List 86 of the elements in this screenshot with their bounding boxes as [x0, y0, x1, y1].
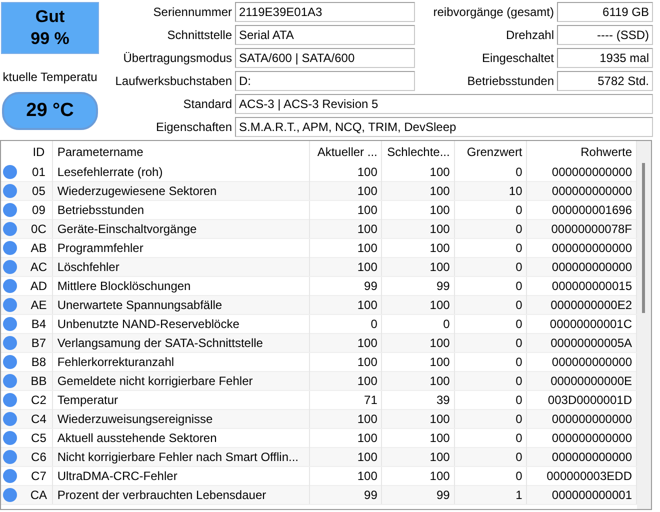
- field-label: Eingeschaltet: [480, 50, 554, 67]
- table-cell: 100: [309, 372, 382, 390]
- table-cell: 100: [309, 334, 382, 352]
- table-cell: 000000000000: [526, 258, 636, 276]
- table-cell: 0: [454, 448, 527, 466]
- temperature-label: ktuelle Temperatu: [2, 70, 98, 84]
- field-label: Drehzahl: [504, 27, 554, 44]
- health-label: Gut: [35, 6, 65, 28]
- table-cell: 000000000000: [526, 182, 636, 200]
- table-cell: 000000000000: [526, 448, 636, 466]
- field-value: ---- (SSD): [557, 25, 653, 45]
- table-cell: 100: [382, 372, 454, 390]
- table-cell: 100: [382, 334, 454, 352]
- table-cell: 100: [309, 182, 382, 200]
- table-cell: C4: [25, 410, 53, 428]
- field-value: Serial ATA: [235, 25, 415, 45]
- table-cell: Unerwartete Spannungsabfälle: [52, 296, 310, 314]
- table-cell: 1: [454, 486, 527, 504]
- temperature-pill[interactable]: 29 °C: [2, 92, 98, 130]
- table-cell: 0C: [25, 220, 53, 238]
- table-cell: AC: [25, 258, 53, 276]
- table-cell: 100: [382, 410, 454, 428]
- table-cell: 100: [382, 296, 454, 314]
- table-cell: 0: [454, 296, 527, 314]
- table-cell: 100: [382, 220, 454, 238]
- table-cell: 100: [309, 410, 382, 428]
- table-cell: AE: [25, 296, 53, 314]
- field-label: Laufwerksbuchstaben: [114, 73, 232, 90]
- table-cell: 100: [309, 296, 382, 314]
- field-label: Schnittstelle: [166, 27, 232, 44]
- table-cell: Wiederzugewiesene Sektoren: [52, 182, 310, 200]
- column-header[interactable]: Aktueller ...: [309, 141, 382, 163]
- table-cell: 100: [382, 182, 454, 200]
- field-label: Standard: [182, 96, 232, 113]
- field-value: D:: [235, 71, 415, 91]
- field-value: ACS-3 | ACS-3 Revision 5: [235, 94, 653, 114]
- table-cell: 100: [309, 258, 382, 276]
- table-cell: 00000000078F: [526, 220, 636, 238]
- table-cell: 00000000005A: [526, 334, 636, 352]
- table-cell: 100: [382, 448, 454, 466]
- column-header[interactable]: Grenzwert: [454, 141, 527, 163]
- table-cell: 99: [382, 486, 454, 504]
- field-value: S.M.A.R.T., APM, NCQ, TRIM, DevSleep: [235, 117, 653, 137]
- table-cell: 00000000000E: [526, 372, 636, 390]
- health-status-box[interactable]: Gut 99 %: [1, 2, 99, 54]
- table-cell: 0000000000E2: [526, 296, 636, 314]
- table-cell: 0: [454, 334, 527, 352]
- table-cell: 0: [454, 372, 527, 390]
- table-cell: 100: [309, 448, 382, 466]
- table-cell: 0: [454, 220, 527, 238]
- table-cell: Geräte-Einschaltvorgänge: [52, 220, 310, 238]
- field-label: Betriebsstunden: [466, 73, 554, 90]
- table-cell: 100: [309, 220, 382, 238]
- table-cell: Verlangsamung der SATA-Schnittstelle: [52, 334, 310, 352]
- field-value: 2119E39E01A3: [235, 2, 415, 22]
- table-cell: 99: [309, 486, 382, 504]
- table-cell: 10: [454, 182, 527, 200]
- field-label: Übertragungsmodus: [122, 50, 232, 67]
- field-value: 6119 GB: [557, 2, 653, 22]
- table-cell: 05: [25, 182, 53, 200]
- scrollbar-thumb[interactable]: [642, 163, 645, 313]
- table-cell: Nicht korrigierbare Fehler nach Smart Offlin...: [52, 448, 310, 466]
- field-value: 5782 Std.: [557, 71, 653, 91]
- table-cell: 0: [454, 258, 527, 276]
- table-cell: C6: [25, 448, 53, 466]
- table-cell: 100: [382, 258, 454, 276]
- column-header[interactable]: ID: [25, 141, 53, 163]
- field-label: Seriennummer: [152, 4, 232, 21]
- field-value: 1935 mal: [557, 48, 653, 68]
- table-cell: 000000000001: [526, 486, 636, 504]
- field-label: reibvorgänge (gesamt): [432, 4, 554, 21]
- table-cell: B7: [25, 334, 53, 352]
- table-cell: 0: [454, 410, 527, 428]
- table-cell: 000000000000: [526, 410, 636, 428]
- table-cell: Löschfehler: [52, 258, 310, 276]
- column-header[interactable]: Schlechte...: [382, 141, 454, 163]
- health-percent: 99 %: [30, 28, 70, 50]
- table-cell: Gemeldete nicht korrigierbare Fehler: [52, 372, 310, 390]
- field-value: SATA/600 | SATA/600: [235, 48, 415, 68]
- table-cell: CA: [25, 486, 53, 504]
- column-header[interactable]: Parametername: [52, 141, 310, 163]
- scrollbar[interactable]: [637, 141, 651, 509]
- table-cell: BB: [25, 372, 53, 390]
- field-label: Eigenschaften: [154, 119, 232, 136]
- table-cell: Wiederzuweisungsereignisse: [52, 410, 310, 428]
- table-cell: Prozent der verbrauchten Lebensdauer: [52, 486, 310, 504]
